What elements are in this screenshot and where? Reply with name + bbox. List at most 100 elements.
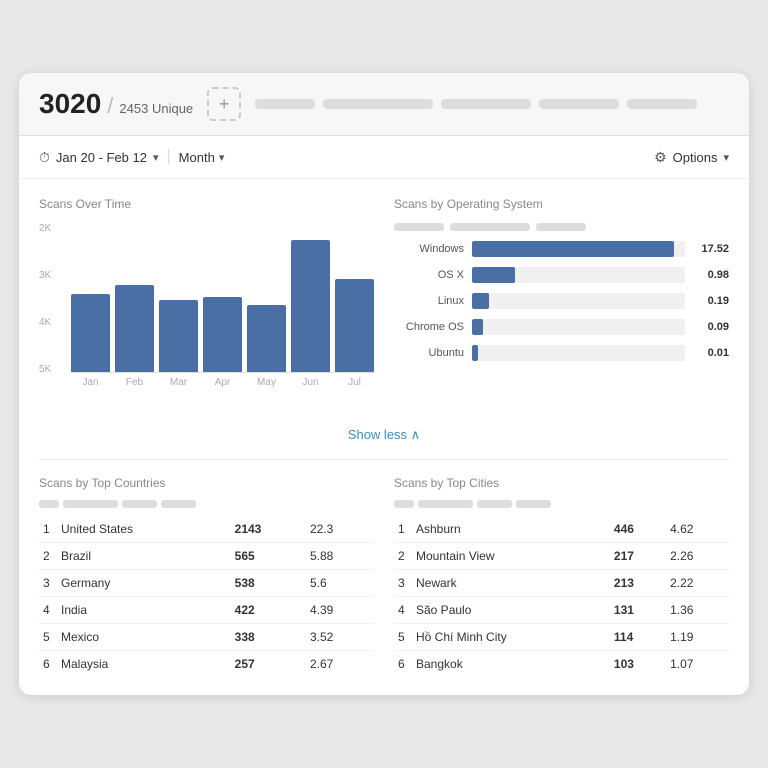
- options-chevron-icon: ▾: [723, 151, 729, 164]
- os-label: Windows: [394, 243, 464, 255]
- os-label: OS X: [394, 269, 464, 281]
- granularity-chevron-icon: ▾: [219, 151, 225, 164]
- scans-by-os-title: Scans by Operating System: [394, 197, 729, 211]
- pct-cell: 5.88: [306, 543, 374, 570]
- bar-item: [291, 223, 330, 372]
- scans-over-time-chart: Scans Over Time 5K 4K 3K 2K JanFebMarApr…: [39, 197, 374, 403]
- os-row: Chrome OS 0.09: [394, 319, 729, 335]
- options-button[interactable]: ⚙ Options ▾: [654, 149, 729, 166]
- countries-hpill-4: [161, 500, 196, 508]
- os-rows: Windows 17.52 OS X 0.98 Linux 0.19 Chrom…: [394, 241, 729, 361]
- rank-cell: 2: [39, 543, 57, 570]
- cities-hpill-1: [394, 500, 414, 508]
- y-label-5k: 5K: [39, 364, 51, 375]
- rank-cell: 4: [39, 597, 57, 624]
- scans-over-time-title: Scans Over Time: [39, 197, 374, 211]
- bar-x-labels: JanFebMarAprMayJunJul: [71, 377, 374, 388]
- add-button[interactable]: +: [207, 87, 241, 121]
- main-content: Scans Over Time 5K 4K 3K 2K JanFebMarApr…: [19, 179, 749, 695]
- name-cell: Mexico: [57, 624, 231, 651]
- count-cell: 422: [231, 597, 306, 624]
- bar-x-label: Jul: [335, 377, 374, 388]
- os-bar-fill: [472, 241, 674, 257]
- y-label-4k: 4K: [39, 317, 51, 328]
- header-pill-5: [627, 99, 697, 109]
- os-legend-pill-2: [450, 223, 530, 231]
- filter-separator: |: [167, 148, 171, 166]
- os-row: Windows 17.52: [394, 241, 729, 257]
- countries-hpill-1: [39, 500, 59, 508]
- clock-icon: ⏱: [39, 149, 50, 166]
- y-label-2k: 2K: [39, 223, 51, 234]
- pct-cell: 4.39: [306, 597, 374, 624]
- granularity-filter[interactable]: Month ▾: [179, 150, 225, 165]
- bar-y-labels: 5K 4K 3K 2K: [39, 223, 51, 375]
- count-cell: 338: [231, 624, 306, 651]
- pct-cell: 22.3: [306, 516, 374, 543]
- bar-chart: 5K 4K 3K 2K JanFebMarAprMayJunJul: [39, 223, 374, 403]
- os-label: Linux: [394, 295, 464, 307]
- countries-title: Scans by Top Countries: [39, 476, 374, 490]
- os-bar-track: [472, 241, 685, 257]
- header: 3020 / 2453 Unique +: [19, 73, 749, 136]
- unique-scans: 2453 Unique: [119, 101, 193, 116]
- count-cell: 2143: [231, 516, 306, 543]
- count-cell: 103: [610, 651, 666, 678]
- count-cell: 257: [231, 651, 306, 678]
- header-stat: 3020 / 2453 Unique: [39, 88, 193, 120]
- cities-header-pills: [394, 500, 729, 508]
- bar-rect: [291, 240, 330, 372]
- bar-x-label: Jun: [291, 377, 330, 388]
- table-row: 4 São Paulo 131 1.36: [394, 597, 729, 624]
- header-pill-2: [323, 99, 433, 109]
- table-row: 3 Germany 538 5.6: [39, 570, 374, 597]
- countries-hpill-2: [63, 500, 118, 508]
- name-cell: Bangkok: [412, 651, 610, 678]
- os-legend: [394, 223, 729, 231]
- os-label: Ubuntu: [394, 347, 464, 359]
- header-pills: [255, 99, 729, 109]
- show-less-button[interactable]: Show less ∧: [39, 419, 729, 459]
- y-label-3k: 3K: [39, 270, 51, 281]
- rank-cell: 1: [394, 516, 412, 543]
- bar-item: [203, 223, 242, 372]
- rank-cell: 3: [394, 570, 412, 597]
- rank-cell: 1: [39, 516, 57, 543]
- os-bar-fill: [472, 293, 489, 309]
- os-value: 0.09: [693, 321, 729, 333]
- bar-rect: [247, 305, 286, 373]
- count-cell: 213: [610, 570, 666, 597]
- table-row: 2 Brazil 565 5.88: [39, 543, 374, 570]
- total-scans: 3020: [39, 88, 101, 120]
- date-range-filter[interactable]: ⏱ Jan 20 - Feb 12 ▾: [39, 149, 159, 166]
- charts-row: Scans Over Time 5K 4K 3K 2K JanFebMarApr…: [39, 197, 729, 403]
- granularity-label: Month: [179, 150, 215, 165]
- bar-item: [159, 223, 198, 372]
- main-card: 3020 / 2453 Unique + ⏱ Jan 20 - Feb 12 ▾…: [19, 73, 749, 695]
- date-range-label: Jan 20 - Feb 12: [56, 150, 147, 165]
- tables-row: Scans by Top Countries 1 United States 2…: [39, 476, 729, 677]
- bar-item: [71, 223, 110, 372]
- filter-bar: ⏱ Jan 20 - Feb 12 ▾ | Month ▾ ⚙ Options …: [19, 136, 749, 179]
- name-cell: Brazil: [57, 543, 231, 570]
- os-legend-pill-3: [536, 223, 586, 231]
- rank-cell: 6: [394, 651, 412, 678]
- name-cell: Malaysia: [57, 651, 231, 678]
- table-row: 1 Ashburn 446 4.62: [394, 516, 729, 543]
- bar-x-label: May: [247, 377, 286, 388]
- os-value: 0.19: [693, 295, 729, 307]
- cities-title: Scans by Top Cities: [394, 476, 729, 490]
- name-cell: Mountain View: [412, 543, 610, 570]
- pct-cell: 2.26: [666, 543, 729, 570]
- options-label: Options: [673, 150, 718, 165]
- rank-cell: 2: [394, 543, 412, 570]
- os-legend-pill-1: [394, 223, 444, 231]
- name-cell: India: [57, 597, 231, 624]
- pct-cell: 2.22: [666, 570, 729, 597]
- countries-hpill-3: [122, 500, 157, 508]
- os-bar-track: [472, 267, 685, 283]
- cities-table: 1 Ashburn 446 4.62 2 Mountain View 217 2…: [394, 516, 729, 677]
- table-row: 4 India 422 4.39: [39, 597, 374, 624]
- pct-cell: 1.19: [666, 624, 729, 651]
- cities-hpill-4: [516, 500, 551, 508]
